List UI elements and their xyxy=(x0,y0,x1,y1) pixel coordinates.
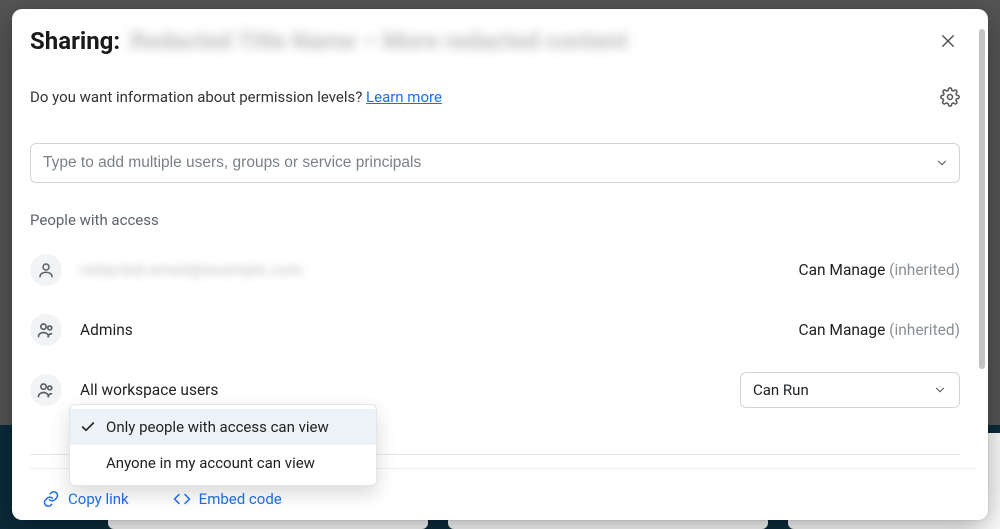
avatar xyxy=(30,374,62,406)
principal-search-input[interactable] xyxy=(41,153,935,173)
sharing-dialog: Sharing: Redacted Title Name – More reda… xyxy=(12,9,988,520)
people-with-access-label: People with access xyxy=(30,211,960,229)
avatar xyxy=(30,254,62,286)
group-icon xyxy=(36,380,56,400)
principal-name: Admins xyxy=(80,321,133,339)
copy-link-label: Copy link xyxy=(68,490,129,508)
principal-name-redacted: redacted.email@example.com xyxy=(80,261,303,279)
permission-label: Can Manage (inherited) xyxy=(798,321,960,339)
embed-code-button[interactable]: Embed code xyxy=(173,490,282,508)
access-row: Admins Can Manage (inherited) xyxy=(30,311,960,349)
dialog-title-prefix: Sharing: xyxy=(30,27,120,55)
learn-more-link[interactable]: Learn more xyxy=(366,88,442,106)
scrollbar[interactable] xyxy=(979,29,985,369)
close-button[interactable] xyxy=(936,29,960,53)
dialog-header: Sharing: Redacted Title Name – More reda… xyxy=(30,27,960,55)
dialog-footer: Copy link Embed code xyxy=(42,490,282,508)
copy-link-button[interactable]: Copy link xyxy=(42,490,129,508)
principal-search[interactable] xyxy=(30,143,960,183)
chevron-down-icon xyxy=(933,383,947,397)
check-icon xyxy=(80,419,96,435)
visibility-option[interactable]: Only people with access can view xyxy=(70,409,376,445)
settings-button[interactable] xyxy=(940,87,960,107)
dialog-title-redacted: Redacted Title Name – More redacted cont… xyxy=(130,27,628,55)
link-icon xyxy=(42,490,60,508)
person-icon xyxy=(37,261,55,279)
permission-select[interactable]: Can Run xyxy=(740,372,960,408)
permission-select-value: Can Run xyxy=(753,381,809,399)
permission-info-prompt: Do you want information about permission… xyxy=(30,88,366,106)
close-icon xyxy=(939,32,957,50)
visibility-option-label: Anyone in my account can view xyxy=(106,454,315,472)
chevron-down-icon xyxy=(935,156,949,170)
access-row: redacted.email@example.com Can Manage (i… xyxy=(30,251,960,289)
code-icon xyxy=(173,490,191,508)
visibility-menu: Only people with access can view Anyone … xyxy=(69,404,377,486)
subheader: Do you want information about permission… xyxy=(30,87,960,107)
avatar xyxy=(30,314,62,346)
permission-label: Can Manage (inherited) xyxy=(798,261,960,279)
gear-icon xyxy=(940,87,960,107)
group-icon xyxy=(36,320,56,340)
visibility-option-label: Only people with access can view xyxy=(106,418,329,436)
principal-name: All workspace users xyxy=(80,381,218,399)
embed-code-label: Embed code xyxy=(199,490,282,508)
visibility-option[interactable]: Anyone in my account can view xyxy=(70,445,376,481)
permission-info-text: Do you want information about permission… xyxy=(30,88,442,106)
